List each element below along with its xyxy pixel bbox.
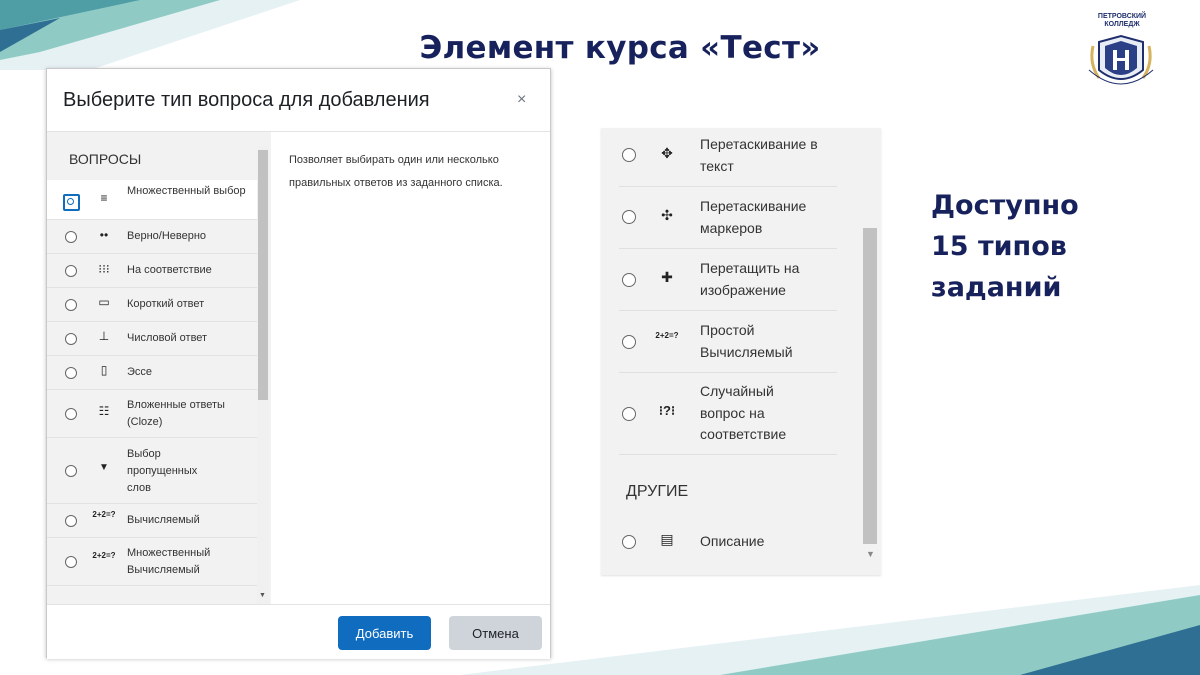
dialog-title: Выберите тип вопроса для добавления [63,89,430,111]
section-heading-other: ДРУГИЕ [626,483,689,500]
radio[interactable] [622,273,636,287]
section-heading-questions: ВОПРОСЫ [69,151,142,167]
question-option-label: Выбор пропущенных слов [127,448,198,494]
question-option-randomsamatch[interactable]: ⁝?⁝ Случайный вопрос на соответствие [619,373,837,455]
logo-name-line1: ПЕТРОВСКИЙ [1097,13,1147,20]
radio[interactable] [65,465,77,477]
radio[interactable] [65,556,77,568]
list-scrollbar-thumb[interactable] [258,150,268,400]
list-scrollbar-thumb[interactable] [863,228,877,544]
question-option-calculatedmulti[interactable]: 2+2=? Множественный Вычисляемый [47,538,264,586]
dots-icon: •• [99,228,109,242]
radio[interactable] [622,210,636,224]
drag-text-icon: ✥ [661,145,673,161]
drag-markers-icon: ✣ [661,207,673,223]
question-type-description: Позволяет выбирать один или несколько пр… [289,154,503,189]
question-option-label: Перетаскивание маркеров [700,198,807,236]
question-option-label: Эссе [127,366,153,378]
radio[interactable] [622,148,636,162]
question-option-label: Вычисляемый [127,514,200,526]
question-option-label: Множественный Вычисляемый [127,547,211,576]
radio-selected[interactable] [63,194,80,211]
logo-name-line2: КОЛЛЕДЖ [1104,21,1140,28]
radio[interactable] [65,515,77,527]
question-option-label: Короткий ответ [127,298,205,310]
question-option-cloze[interactable]: ☷ Вложенные ответы (Cloze) [47,390,264,438]
question-option-label: Описание [700,533,765,549]
question-option-label: Простой Вычисляемый [700,322,793,360]
add-button[interactable]: Добавить [338,616,431,650]
question-option-ddmarker[interactable]: ✣ Перетаскивание маркеров [619,187,837,249]
scroll-down-arrow-icon[interactable]: ▼ [259,592,266,599]
random-match-icon: ⁝?⁝ [658,403,676,418]
types-count-note: Доступно 15 типов заданий [931,185,1079,308]
cancel-button[interactable]: Отмена [449,616,542,650]
question-option-ddwtos[interactable]: ✥ Перетаскивание в текст [619,128,837,187]
radio[interactable] [65,299,77,311]
question-type-list-continued: ✥ Перетаскивание в текст ✣ Перетаскивани… [601,128,881,575]
radio[interactable] [622,407,636,421]
radio[interactable] [65,231,77,243]
note-line: Доступно [931,190,1079,221]
question-option-gapselect[interactable]: ▼ Выбор пропущенных слов [47,438,264,504]
question-option-label: Перетащить на изображение [700,260,800,298]
question-type-description-pane [271,132,550,604]
question-option-ddimageortext[interactable]: ✚ Перетащить на изображение [619,249,837,311]
note-line: заданий [931,272,1062,303]
question-option-label: Числовой ответ [127,332,208,344]
close-icon[interactable]: × [517,91,526,109]
radio[interactable] [65,367,77,379]
question-type-list: ВОПРОСЫ ≡ Множественный выбор •• Верно/Н… [47,132,271,604]
question-option-label: Перетаскивание в текст [700,136,818,174]
radio[interactable] [622,535,636,549]
decor-bottom-right [460,585,1200,675]
question-option-shortanswer[interactable]: ▭ Короткий ответ [47,288,264,322]
question-option-match[interactable]: ⁝⁝⁝ На соответствие [47,254,264,288]
radio[interactable] [65,265,77,277]
drag-image-icon: ✚ [661,269,673,285]
cloze-icon: ☷ [98,404,110,418]
textbox-icon: ▭ [98,295,110,309]
description-icon: ▤ [660,531,674,547]
simple-calculated-icon: 2+2=? [655,331,679,340]
radio[interactable] [622,335,636,349]
dialog-footer: Добавить Отмена [47,604,550,659]
dialog-header: Выберите тип вопроса для добавления × [47,69,550,132]
calculated-icon: 2+2=? [92,510,116,519]
grid-icon: ⁝⁝⁝ [98,262,110,276]
question-option-calculatedsimple[interactable]: 2+2=? Простой Вычисляемый [619,311,837,373]
calculated-multi-icon: 2+2=? [92,551,116,560]
question-option-label: Верно/Неверно [127,230,207,242]
question-option-label: Случайный вопрос на соответствие [700,383,787,442]
question-option-essay[interactable]: ▯ Эссе [47,356,264,390]
document-icon: ▯ [100,363,108,377]
question-option-multichoice[interactable]: ≡ Множественный выбор [47,180,264,220]
dropdown-icon: ▼ [99,462,109,473]
radio[interactable] [65,408,77,420]
note-line: 15 типов [931,231,1067,262]
question-option-numerical[interactable]: ⊥ Числовой ответ [47,322,264,356]
list-icon: ≡ [100,191,108,205]
question-option-truefalse[interactable]: •• Верно/Неверно [47,220,264,254]
question-option-calculated[interactable]: 2+2=? Вычисляемый [47,504,264,538]
numeric-icon: ⊥ [98,329,110,343]
question-option-label: Множественный выбор [127,185,246,197]
question-option-description[interactable]: ▤ Описание [619,523,837,561]
question-type-dialog: Выберите тип вопроса для добавления × ВО… [46,68,551,659]
scroll-down-arrow-icon[interactable]: ▼ [866,549,875,559]
question-option-label: Вложенные ответы (Cloze) [127,399,225,428]
radio[interactable] [65,333,77,345]
question-option-label: На соответствие [127,264,212,276]
slide-title: Элемент курса «Тест» [419,30,821,66]
